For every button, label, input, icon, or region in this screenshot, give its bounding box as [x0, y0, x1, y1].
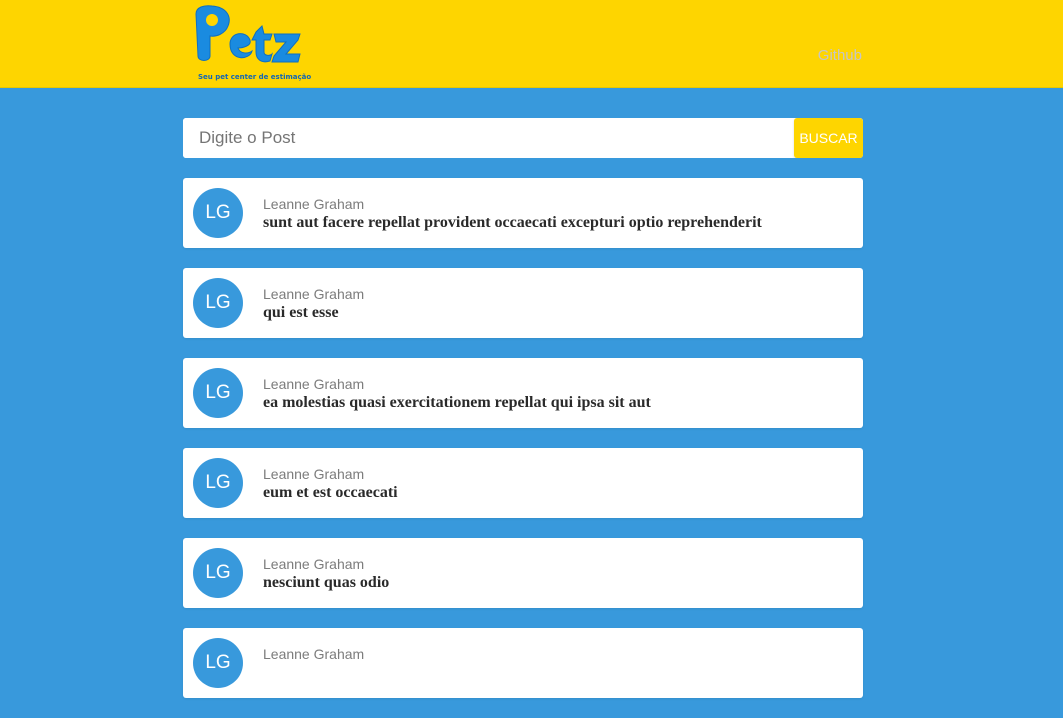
post-author: Leanne Graham — [263, 376, 365, 392]
post-card[interactable]: LG Leanne Graham ea molestias quasi exer… — [183, 358, 863, 428]
author-avatar: LG — [193, 548, 243, 598]
post-card[interactable]: LG Leanne Graham — [183, 628, 863, 698]
post-card[interactable]: LG Leanne Graham sunt aut facere repella… — [183, 178, 863, 248]
logo-tagline: Seu pet center de estimação — [198, 73, 312, 81]
github-link[interactable]: Github — [818, 47, 862, 64]
petz-logo[interactable]: Seu pet center de estimação — [190, 4, 312, 86]
author-avatar: LG — [193, 368, 243, 418]
post-author: Leanne Graham — [263, 286, 365, 302]
post-list: LG Leanne Graham sunt aut facere repella… — [183, 178, 863, 718]
post-title: nesciunt quas odio — [263, 574, 390, 591]
post-author: Leanne Graham — [263, 556, 365, 572]
post-author: Leanne Graham — [263, 466, 365, 482]
post-title: eum et est occaecati — [263, 484, 398, 501]
post-card[interactable]: LG Leanne Graham nesciunt quas odio — [183, 538, 863, 608]
author-avatar: LG — [193, 278, 243, 328]
author-avatar: LG — [193, 188, 243, 238]
author-avatar: LG — [193, 458, 243, 508]
search-button[interactable]: BUSCAR — [794, 118, 863, 158]
post-title: sunt aut facere repellat provident occae… — [263, 214, 762, 231]
search-bar: BUSCAR — [183, 118, 863, 158]
post-card[interactable]: LG Leanne Graham qui est esse — [183, 268, 863, 338]
post-title: ea molestias quasi exercitationem repell… — [263, 394, 651, 411]
post-title: qui est esse — [263, 304, 339, 321]
post-card[interactable]: LG Leanne Graham eum et est occaecati — [183, 448, 863, 518]
petz-logo-mark — [195, 5, 301, 63]
post-search-input[interactable] — [183, 118, 793, 158]
author-avatar: LG — [193, 638, 243, 688]
post-author: Leanne Graham — [263, 196, 365, 212]
top-header: Seu pet center de estimação Github — [0, 0, 1063, 88]
post-author: Leanne Graham — [263, 646, 365, 662]
